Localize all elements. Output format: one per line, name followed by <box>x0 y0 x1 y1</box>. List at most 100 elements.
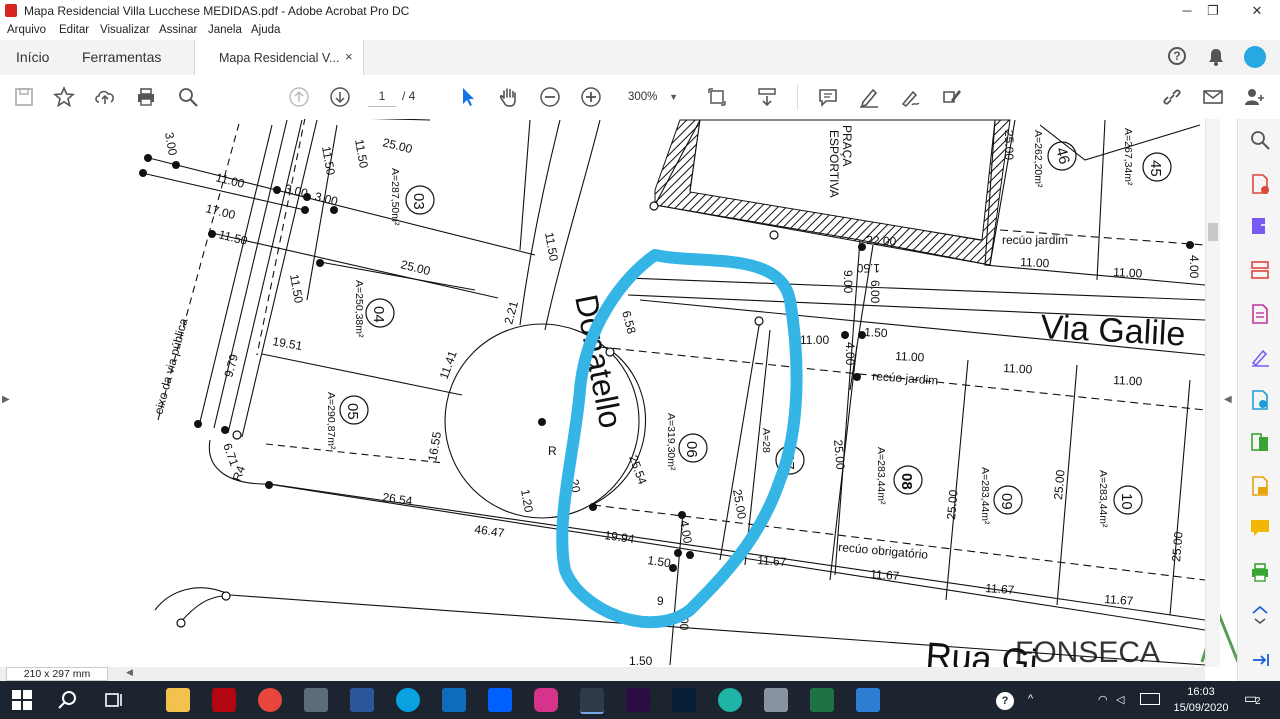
page-number-input[interactable]: 1 <box>368 86 396 107</box>
dimension-label: 26.54 <box>382 490 414 508</box>
notification-icon[interactable]: ▭ 2 <box>1244 690 1266 710</box>
add-user-icon[interactable] <box>1242 85 1266 109</box>
upload-cloud-icon[interactable] <box>93 85 117 109</box>
file-explorer-icon[interactable] <box>166 688 190 712</box>
acrobat-taskbar-icon[interactable] <box>580 688 604 714</box>
draw-sign-icon[interactable] <box>898 85 922 109</box>
task-view-icon[interactable] <box>102 688 126 712</box>
windows-start-icon[interactable] <box>10 688 34 712</box>
mail-icon[interactable] <box>442 688 466 712</box>
zoom-in-icon[interactable] <box>579 85 603 109</box>
protect-icon[interactable] <box>1249 603 1271 625</box>
create-pdf-icon[interactable] <box>1249 173 1271 195</box>
paint-icon[interactable] <box>764 688 788 712</box>
prev-page-icon[interactable] <box>287 85 311 109</box>
tab-document[interactable]: Mapa Residencial V... × <box>194 40 364 75</box>
lot-area: A=283,44m² <box>979 467 991 525</box>
lot-area: A=283,44m² <box>1097 470 1109 528</box>
highlight-pen-icon[interactable] <box>857 85 881 109</box>
toolbar-separator <box>797 84 798 110</box>
organize-pages-icon[interactable] <box>1249 259 1271 281</box>
dimension-label: 25.54 <box>626 453 650 486</box>
scroll-left-icon[interactable]: ◀ <box>126 667 133 678</box>
menu-visualizar[interactable]: Visualizar <box>100 24 150 36</box>
skype-icon[interactable] <box>396 688 420 712</box>
menu-ajuda[interactable]: Ajuda <box>251 24 280 36</box>
chevron-up-icon[interactable]: ^ <box>1028 693 1033 705</box>
photoshop-icon[interactable] <box>672 688 696 712</box>
photos-icon[interactable] <box>856 688 880 712</box>
dimension-label: 11.00 <box>1113 265 1143 281</box>
word-icon[interactable] <box>350 688 374 712</box>
collapse-pane-icon[interactable] <box>1249 649 1271 671</box>
menu-assinar[interactable]: Assinar <box>159 24 197 36</box>
vertical-scrollbar[interactable] <box>1205 119 1220 667</box>
zoom-search-icon[interactable] <box>1249 129 1271 151</box>
help-icon[interactable]: ? <box>1168 47 1186 65</box>
premiere-icon[interactable] <box>626 688 650 712</box>
select-cursor-icon[interactable] <box>456 85 480 109</box>
fill-sign-pane-icon[interactable] <box>1249 345 1271 367</box>
find-search-icon[interactable] <box>176 85 200 109</box>
keyboard-icon[interactable] <box>1140 693 1160 705</box>
print-icon[interactable] <box>134 85 158 109</box>
email-icon[interactable] <box>1201 85 1225 109</box>
hand-tool-icon[interactable] <box>497 85 521 109</box>
dropbox-icon[interactable] <box>488 688 512 712</box>
menu-bar: Arquivo Editar Visualizar Assinar Janela… <box>0 21 1280 40</box>
window-title: Mapa Residencial Villa Lucchese MEDIDAS.… <box>24 4 410 18</box>
fit-page-icon[interactable] <box>705 85 729 109</box>
scrollbar-thumb[interactable] <box>1208 223 1218 241</box>
print-production-icon[interactable] <box>1249 561 1271 583</box>
menu-editar[interactable]: Editar <box>59 24 89 36</box>
zoom-select[interactable]: 300% ▼ <box>620 87 684 107</box>
compare-files-icon[interactable] <box>1249 431 1271 453</box>
lot-number: 45 <box>1147 160 1164 177</box>
instagram-icon[interactable] <box>534 688 558 712</box>
clock-time[interactable]: 16:03 <box>1171 686 1231 698</box>
scroll-mode-icon[interactable] <box>755 85 779 109</box>
star-icon[interactable] <box>52 85 76 109</box>
stamp-file-icon[interactable] <box>1249 475 1271 497</box>
dimension-label: 25.00 <box>1051 469 1068 500</box>
tab-close-icon[interactable]: × <box>345 49 353 64</box>
calculator-icon[interactable] <box>304 688 328 712</box>
wifi-icon[interactable]: ◠ <box>1098 693 1108 706</box>
tab-home[interactable]: Início <box>16 49 49 65</box>
acrobat-app-icon <box>5 4 17 17</box>
tab-tools[interactable]: Ferramentas <box>82 49 161 65</box>
search-icon[interactable] <box>56 688 80 712</box>
dimension-label: 11.00 <box>1003 361 1033 377</box>
comment-pane-icon[interactable] <box>1249 517 1271 539</box>
restore-button[interactable]: ❐ <box>1190 0 1236 21</box>
netflix-icon[interactable] <box>212 688 236 712</box>
edit-pdf-icon[interactable] <box>1249 303 1271 325</box>
clock-date[interactable]: 15/09/2020 <box>1166 702 1236 714</box>
bell-icon[interactable] <box>1208 48 1224 66</box>
fill-sign-icon[interactable] <box>940 85 964 109</box>
excel-icon[interactable] <box>810 688 834 712</box>
esportiva-label: ESPORTIVA <box>827 130 841 198</box>
send-for-review-icon[interactable] <box>1249 389 1271 411</box>
comment-icon[interactable] <box>816 85 840 109</box>
left-pane-toggle[interactable]: ▶ <box>2 394 10 405</box>
export-pdf-icon[interactable] <box>1249 215 1271 237</box>
dimension-label: 11.50 <box>319 145 338 176</box>
chrome-icon[interactable] <box>258 688 282 712</box>
help-tray-icon[interactable]: ? <box>996 692 1014 710</box>
dimension-label: R <box>548 444 557 458</box>
zoom-out-icon[interactable] <box>538 85 562 109</box>
avatar[interactable] <box>1244 46 1266 68</box>
volume-icon[interactable]: ◁ <box>1116 693 1124 706</box>
right-pane-toggle[interactable]: ◀ <box>1224 394 1232 405</box>
share-link-icon[interactable] <box>1160 85 1184 109</box>
edge-icon[interactable] <box>718 688 742 712</box>
dimension-label: 11.50 <box>287 273 306 304</box>
next-page-icon[interactable] <box>328 85 352 109</box>
menu-janela[interactable]: Janela <box>208 24 242 36</box>
save-icon[interactable] <box>12 85 36 109</box>
document-viewport[interactable]: Donatello Via Galile Rua Gi eixo da via … <box>0 119 1237 667</box>
title-bar: Mapa Residencial Villa Lucchese MEDIDAS.… <box>0 0 1280 22</box>
close-window-button[interactable]: ✕ <box>1234 0 1280 21</box>
menu-arquivo[interactable]: Arquivo <box>7 24 46 36</box>
